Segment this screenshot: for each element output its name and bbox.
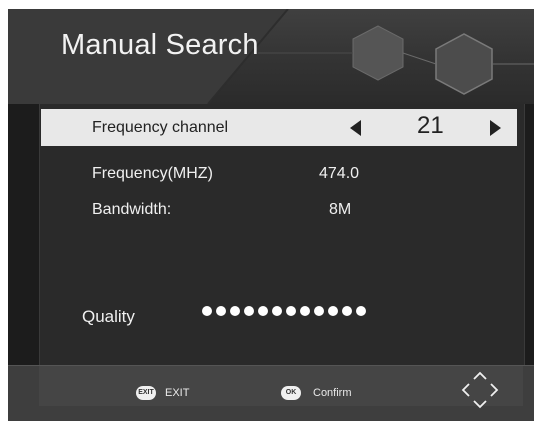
directional-pad-icon: [461, 371, 499, 409]
frequency-value: 474.0: [319, 165, 360, 182]
osd-screen: Manual Search Frequency channel 21 Frequ…: [8, 9, 534, 421]
quality-dot: [286, 306, 296, 316]
quality-dot: [230, 306, 240, 316]
footer-panel: [39, 366, 523, 406]
quality-dot: [300, 306, 310, 316]
ok-key-icon: OK: [281, 386, 301, 400]
bandwidth-value: 8M: [329, 201, 352, 218]
quality-dot: [356, 306, 366, 316]
header-bar: Manual Search: [8, 9, 534, 104]
exit-label: EXIT: [165, 387, 190, 399]
frequency-channel-value: 21: [417, 112, 444, 139]
footer-bar: EXIT EXIT OK Confirm: [8, 365, 534, 421]
quality-dot: [342, 306, 352, 316]
quality-label: Quality: [82, 307, 135, 326]
quality-dot: [328, 306, 338, 316]
quality-dot: [272, 306, 282, 316]
arrow-left-icon[interactable]: [350, 120, 361, 136]
quality-dot: [202, 306, 212, 316]
exit-key-icon: EXIT: [136, 386, 156, 400]
quality-dot: [244, 306, 254, 316]
bandwidth-label: Bandwidth:: [92, 201, 172, 218]
quality-indicator: [202, 306, 366, 320]
frequency-channel-label: Frequency channel: [92, 119, 229, 136]
quality-dot: [258, 306, 268, 316]
confirm-label: Confirm: [313, 387, 352, 399]
page-title: Manual Search: [61, 29, 259, 61]
frequency-label: Frequency(MHZ): [92, 165, 213, 182]
quality-dot: [314, 306, 324, 316]
quality-dot: [216, 306, 226, 316]
frequency-channel-row[interactable]: Frequency channel 21: [41, 109, 517, 146]
arrow-right-icon[interactable]: [490, 120, 501, 136]
